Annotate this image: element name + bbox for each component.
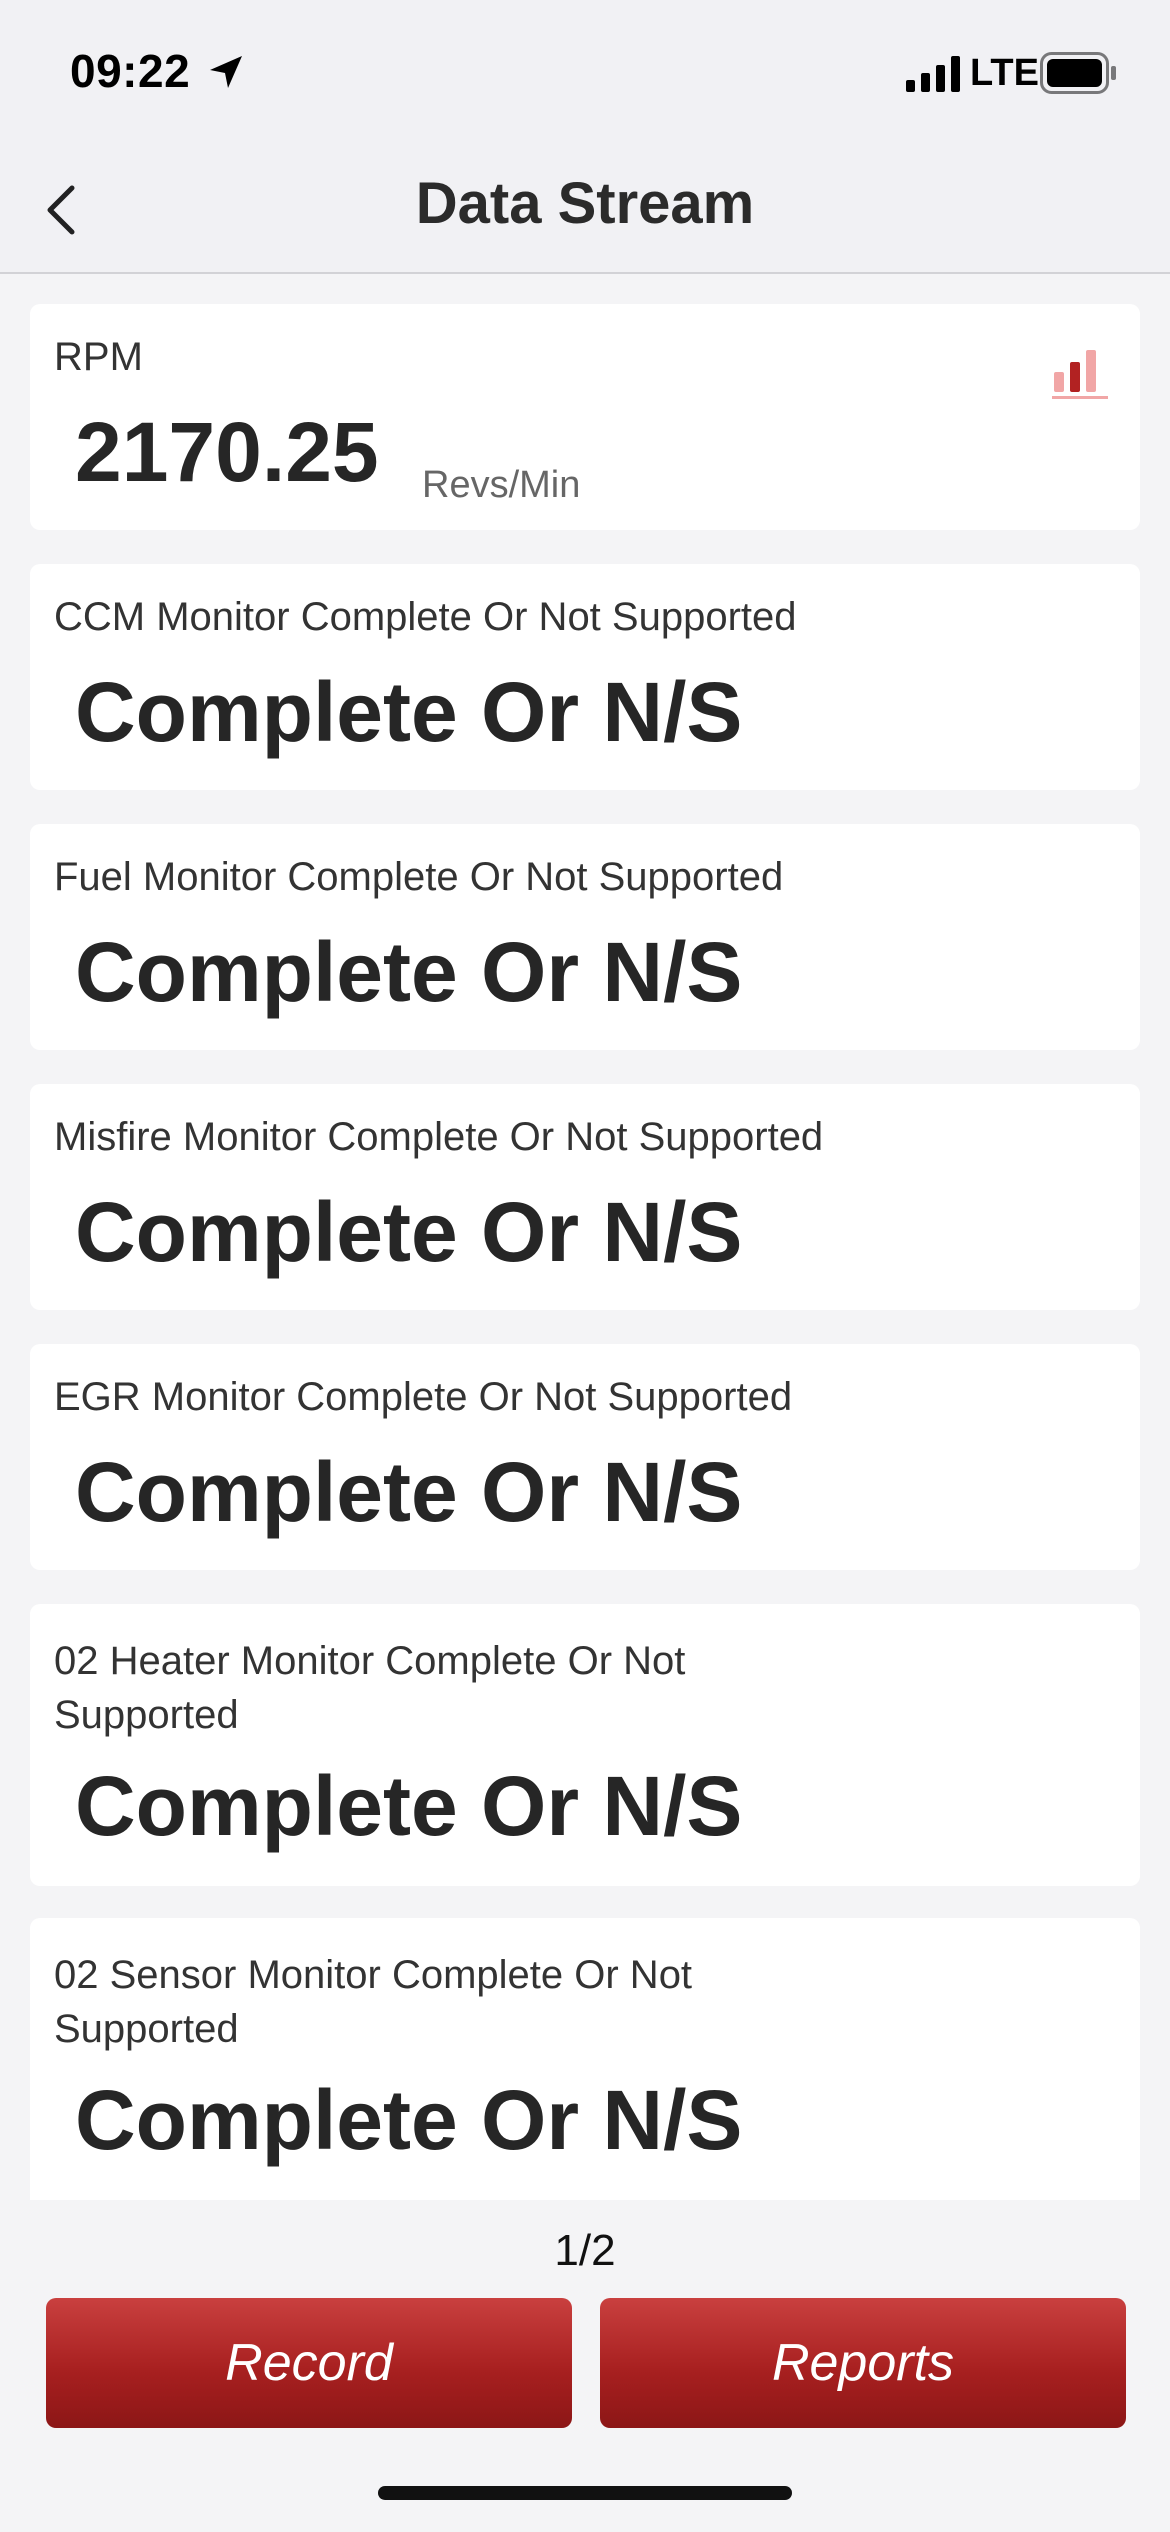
monitor-card[interactable]: Misfire Monitor Complete Or Not Supporte…: [30, 1084, 1140, 1310]
rpm-value: 2170.25: [75, 405, 379, 499]
monitor-value: Complete Or N/S: [75, 2073, 743, 2167]
monitor-value: Complete Or N/S: [75, 925, 743, 1019]
monitor-label: 02 Sensor Monitor Complete Or Not Suppor…: [54, 1953, 693, 2051]
status-time: 09:22: [70, 45, 191, 97]
location-arrow-icon: [210, 56, 242, 88]
home-indicator[interactable]: [378, 2486, 792, 2500]
monitor-value: Complete Or N/S: [75, 665, 743, 759]
monitor-label: 02 Heater Monitor Complete Or Not Suppor…: [54, 1639, 686, 1737]
monitor-card[interactable]: EGR Monitor Complete Or Not Supported Co…: [30, 1344, 1140, 1570]
navigation-bar: Data Stream: [0, 150, 1170, 274]
network-type: LTE: [970, 52, 1039, 94]
rpm-card[interactable]: RPM 2170.25 Revs/Min: [30, 304, 1140, 530]
page-title: Data Stream: [415, 171, 755, 236]
monitor-label: Misfire Monitor Complete Or Not Supporte…: [54, 1115, 824, 1159]
monitor-label: CCM Monitor Complete Or Not Supported: [54, 595, 797, 639]
monitor-card[interactable]: CCM Monitor Complete Or Not Supported Co…: [30, 564, 1140, 790]
monitor-card[interactable]: 02 Heater Monitor Complete Or Not Suppor…: [30, 1604, 1140, 1886]
monitor-card[interactable]: 02 Sensor Monitor Complete Or Not Suppor…: [30, 1918, 1140, 2200]
monitor-card[interactable]: Fuel Monitor Complete Or Not Supported C…: [30, 824, 1140, 1050]
data-stream-list[interactable]: RPM 2170.25 Revs/Min CCM Monitor Complet…: [0, 276, 1170, 2200]
battery-icon: [1040, 52, 1116, 94]
monitor-value: Complete Or N/S: [75, 1759, 743, 1853]
monitor-label: EGR Monitor Complete Or Not Supported: [54, 1375, 793, 1419]
monitor-value: Complete Or N/S: [75, 1445, 743, 1539]
reports-button[interactable]: Reports: [600, 2298, 1126, 2428]
rpm-unit: Revs/Min: [422, 464, 581, 506]
monitor-value: Complete Or N/S: [75, 1185, 743, 1279]
status-bar: 09:22 LTE: [0, 0, 1170, 150]
bar-chart-icon[interactable]: [1050, 342, 1110, 402]
signal-bars-icon: [906, 56, 960, 92]
monitor-label: Fuel Monitor Complete Or Not Supported: [54, 855, 784, 899]
rpm-label: RPM: [54, 335, 143, 379]
page-indicator: 1/2: [554, 2226, 616, 2275]
record-button[interactable]: Record: [46, 2298, 572, 2428]
data-stream-screen: 09:22 LTE Data Stream RPM 2170.25 Revs/M…: [0, 0, 1170, 2532]
